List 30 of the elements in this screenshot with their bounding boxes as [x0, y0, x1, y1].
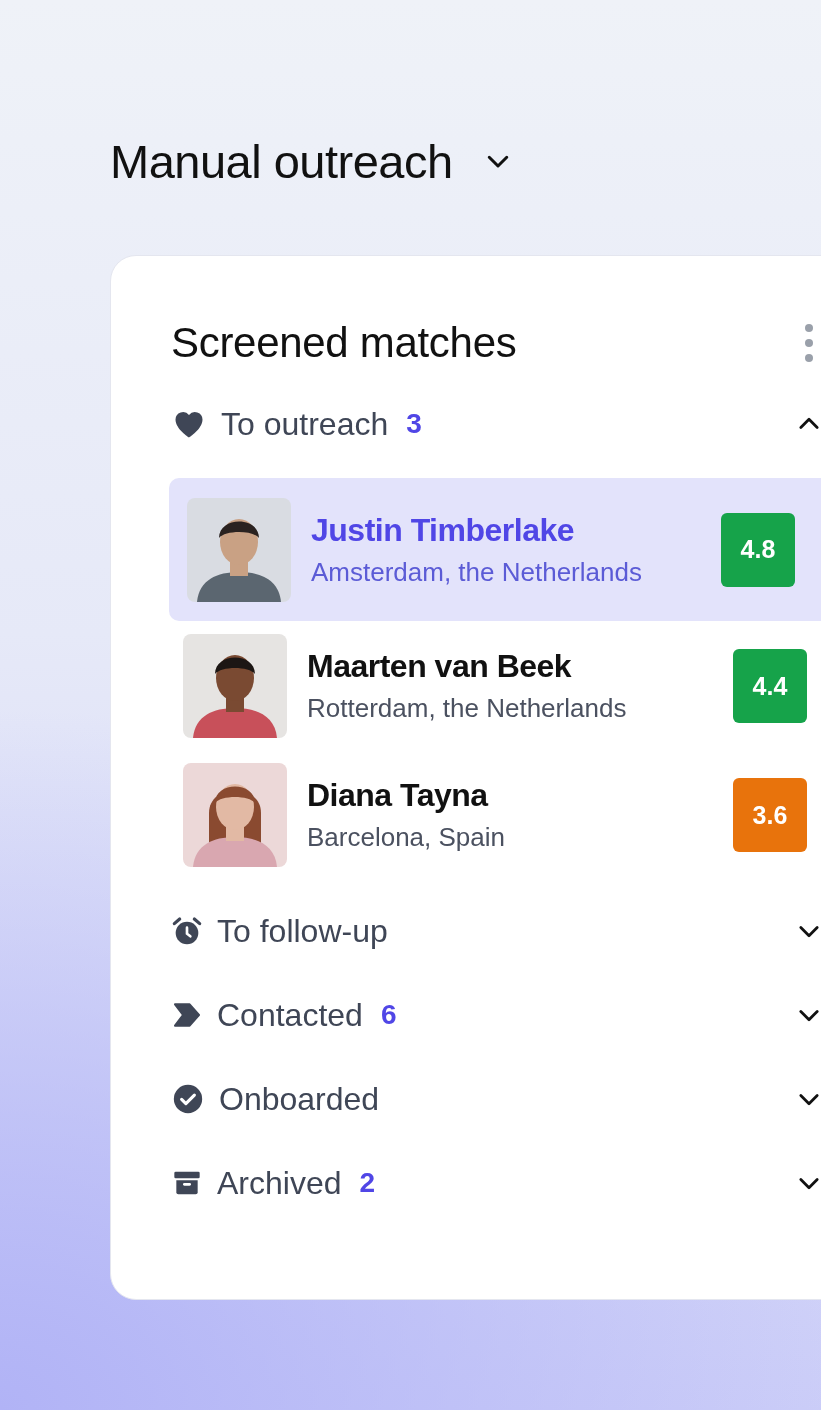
section-label: Contacted: [217, 996, 363, 1034]
count-label: 3: [406, 408, 422, 440]
candidate-location: Amsterdam, the Netherlands: [311, 556, 643, 588]
section-label: Archived: [217, 1164, 342, 1202]
count-label: 2: [359, 1167, 376, 1199]
count-label: 6: [380, 999, 397, 1031]
candidate-name: Maarten van Beek: [307, 648, 573, 685]
candidate-row[interactable]: Maarten van Beek Rotterdam, the Netherlands 4.4: [169, 634, 821, 738]
score-badge: 4.4: [733, 649, 807, 723]
section-header[interactable]: To follow-up: [171, 889, 821, 973]
candidate-name: Diana Tayna: [307, 777, 490, 814]
candidate-location: Rotterdam, the Netherlands: [307, 693, 628, 724]
candidate-name: Justin Timberlake: [311, 511, 575, 549]
section-header[interactable]: Archived 2: [171, 1141, 821, 1225]
candidate-row[interactable]: Diana Tayna Barcelona, Spain 3.6: [169, 763, 821, 867]
candidate-location: Barcelona, Spain: [307, 822, 507, 853]
score-badge: 4.8: [721, 512, 795, 587]
section-header[interactable]: Contacted 6: [171, 973, 821, 1057]
card-title: Screened matches: [171, 319, 517, 367]
check-circle-icon: [171, 1082, 205, 1116]
section-header[interactable]: Onboarded: [171, 1057, 821, 1141]
section-header[interactable]: To outreach 3: [171, 382, 821, 466]
alarm-clock-icon: [171, 915, 203, 947]
section-label: To outreach: [221, 405, 389, 443]
page-title: Manual outreach: [110, 133, 453, 189]
section-label: To follow-up: [217, 912, 388, 950]
section-label: Onboarded: [219, 1080, 380, 1118]
score-badge: 3.6: [733, 778, 807, 852]
more-options-icon[interactable]: [804, 323, 814, 363]
candidate-row[interactable]: Justin Timberlake Amsterdam, the Netherlands 4.8: [169, 478, 821, 621]
